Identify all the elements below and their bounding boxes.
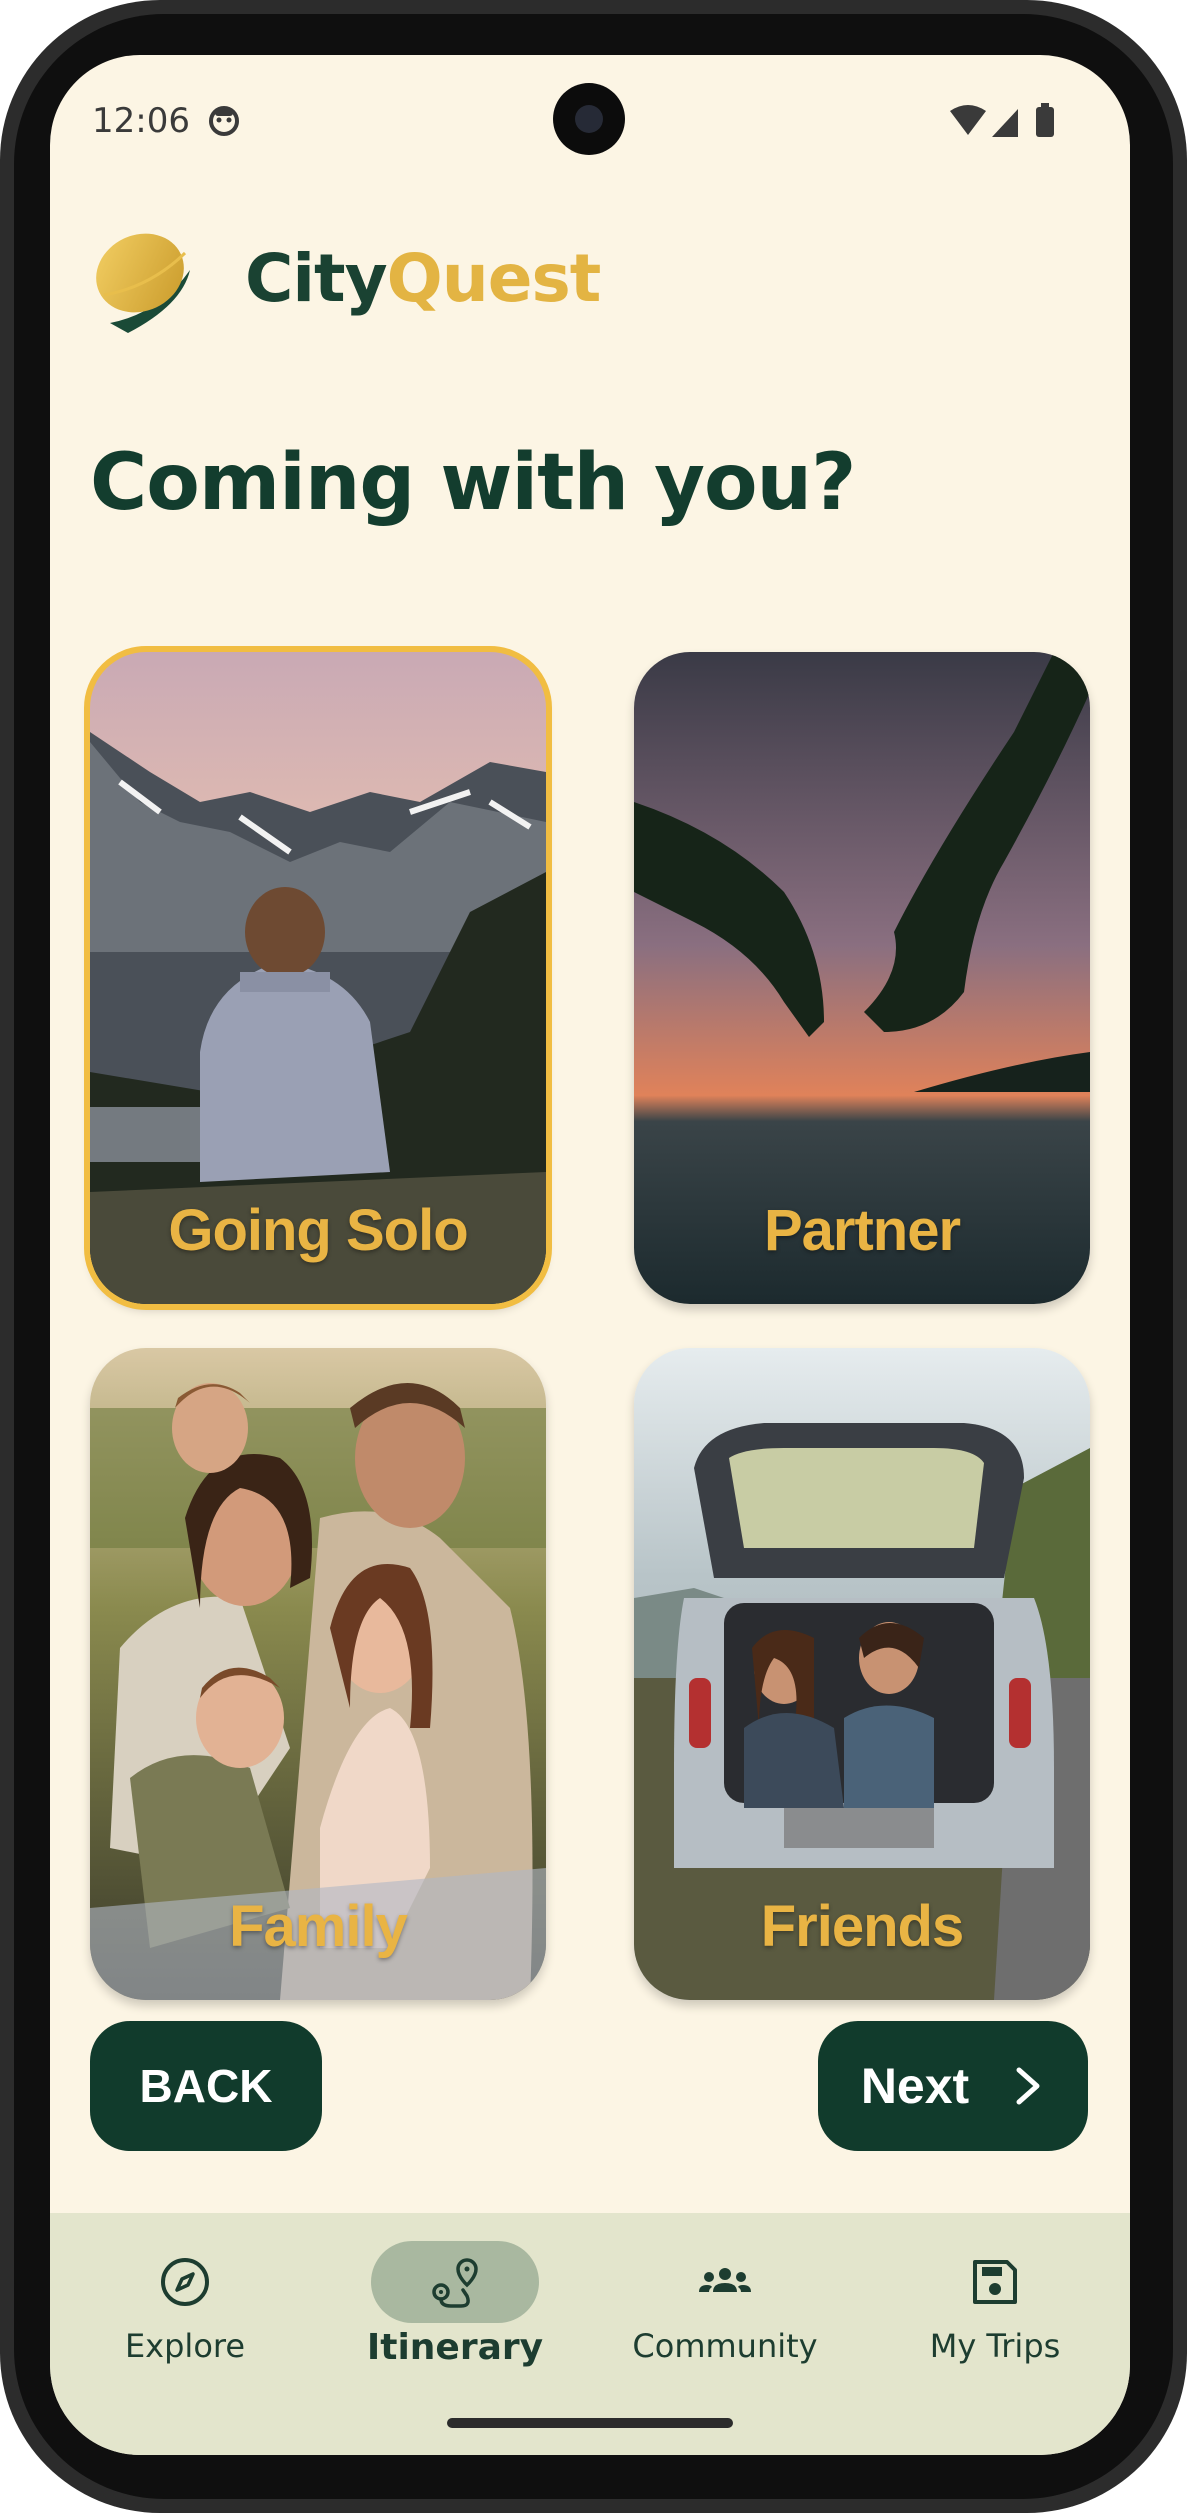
route-icon: [432, 2258, 478, 2308]
nav-label: Community: [632, 2327, 818, 2365]
nav-item-explore[interactable]: Explore: [50, 2213, 320, 2383]
app-screen: 12:06 CityQuest Coming with you? Going S…: [50, 55, 1130, 2455]
brand-name-part1: City: [245, 240, 388, 317]
option-card-partner[interactable]: Partner: [634, 652, 1090, 1304]
brand-name: CityQuest: [245, 240, 602, 317]
nav-item-community[interactable]: Community: [590, 2213, 860, 2383]
page-title: Coming with you?: [90, 438, 856, 528]
nav-item-my-trips[interactable]: My Trips: [860, 2213, 1130, 2383]
option-card-family[interactable]: Family: [90, 1348, 546, 2000]
nav-icon-container: [101, 2241, 269, 2323]
option-label: Friends: [760, 1894, 965, 1959]
next-button[interactable]: Next: [818, 2021, 1088, 2151]
nav-label: Itinerary: [366, 2327, 544, 2368]
back-button[interactable]: BACK: [90, 2021, 322, 2151]
nav-item-itinerary[interactable]: Itinerary: [320, 2213, 590, 2383]
status-bar: 12:06: [50, 55, 1130, 185]
nav-label: My Trips: [929, 2327, 1061, 2365]
notification-face-icon: [209, 106, 239, 136]
signal-battery-icon: [950, 103, 1054, 137]
nav-icon-container: [911, 2241, 1079, 2323]
option-label: Family: [229, 1894, 408, 1959]
power-button: [1180, 670, 1187, 830]
option-card-going-solo[interactable]: Going Solo: [84, 646, 552, 1310]
nav-icon-container: [641, 2241, 809, 2323]
status-time: 12:06: [92, 101, 190, 141]
option-label: Going Solo: [168, 1198, 468, 1263]
phone-frame: 12:06 CityQuest Coming with you? Going S…: [0, 0, 1187, 2513]
compass-icon: [161, 2258, 209, 2306]
option-label: Partner: [763, 1198, 961, 1263]
save-icon: [973, 2260, 1017, 2304]
nav-label: Explore: [124, 2327, 246, 2365]
nav-icon-container-active: [371, 2241, 539, 2323]
option-card-friends[interactable]: Friends: [634, 1348, 1090, 2000]
group-icon: [699, 2268, 751, 2292]
next-button-label: Next: [860, 2058, 970, 2114]
volume-button: [1180, 970, 1187, 1300]
brand-name-part2: Quest: [386, 240, 602, 317]
home-indicator: [447, 2418, 733, 2428]
back-button-label: BACK: [139, 2060, 273, 2112]
bottom-navigation: Explore Itinerary Community My Trips: [50, 2213, 1130, 2455]
front-camera: [553, 83, 625, 155]
chevron-right-icon: [1016, 2067, 1040, 2105]
cityquest-logo-icon: [96, 233, 190, 333]
